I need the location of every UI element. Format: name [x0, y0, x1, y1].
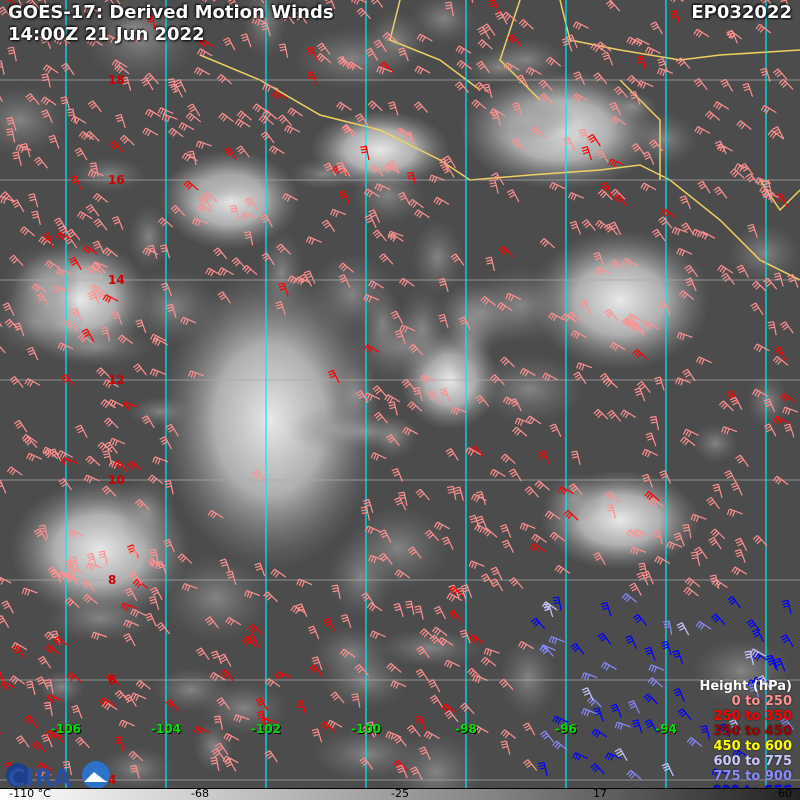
- cira-logo: CIRA: [6, 761, 110, 790]
- legend-item: 600 to 775: [713, 754, 792, 769]
- latitude-label: 16: [108, 173, 125, 187]
- latitude-label: 6: [108, 673, 117, 687]
- longitude-label: -104: [150, 722, 182, 736]
- latitude-label: 8: [108, 573, 117, 587]
- legend-title: Height (hPa): [699, 679, 792, 694]
- latitude-label: 10: [108, 473, 125, 487]
- latitude-label: 18: [108, 73, 125, 87]
- product-title: GOES-17: Derived Motion Winds: [8, 2, 334, 23]
- legend-item: 450 to 600: [713, 739, 792, 754]
- legend-item: 350 to 450: [713, 724, 792, 739]
- colorbar-label: -25: [391, 787, 409, 800]
- latitude-label: 12: [108, 373, 125, 387]
- longitude-label: -100: [350, 722, 382, 736]
- satellite-imagery: [0, 0, 800, 800]
- longitude-label: -94: [655, 722, 677, 736]
- colorbar-label: 60: [778, 787, 792, 800]
- legend-item: 250 to 350: [713, 709, 792, 724]
- colorbar-label: -68: [191, 787, 209, 800]
- legend-item: 0 to 250: [731, 694, 792, 709]
- satellite-map: GOES-17: Derived Motion Winds 14:00Z 21 …: [0, 0, 800, 800]
- longitude-label: -102: [250, 722, 282, 736]
- longitude-label: -96: [555, 722, 577, 736]
- latitude-label: 14: [108, 273, 125, 287]
- height-legend: Height (hPa) 0 to 250 250 to 350 350 to 45…: [699, 679, 792, 799]
- longitude-label: -98: [455, 722, 477, 736]
- colorbar-label: -110 °C: [9, 787, 51, 800]
- timestamp: 14:00Z 21 Jun 2022: [8, 24, 205, 45]
- longitude-label: -106: [50, 722, 82, 736]
- legend-item: 775 to 900: [713, 769, 792, 784]
- storm-id: EP032022: [691, 2, 792, 23]
- colorbar-label: 17: [593, 787, 607, 800]
